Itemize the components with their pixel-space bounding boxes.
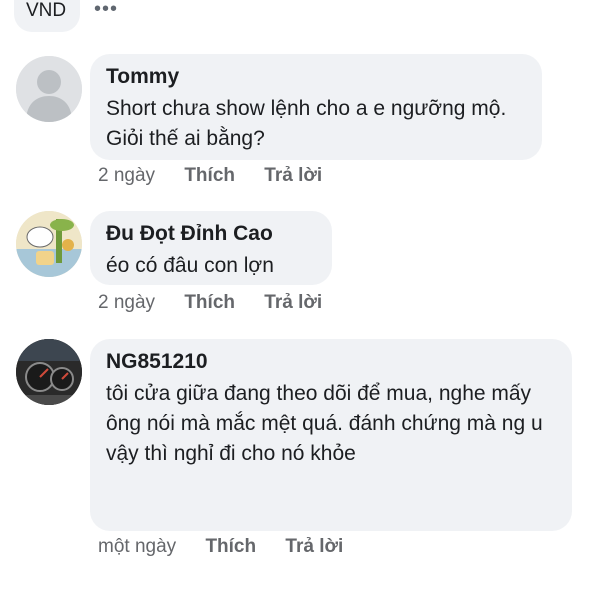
comment-author[interactable]: Đu Đọt Đỉnh Cao (106, 221, 316, 247)
like-button[interactable]: Thích (184, 165, 235, 187)
comment-bubble: NG851210 tôi cửa giữa đang theo dõi để m… (90, 339, 572, 531)
comment-actions: 2 ngày Thích Trả lời (98, 292, 322, 314)
comment-author[interactable]: Tommy (106, 64, 526, 90)
more-options-icon[interactable]: ••• (94, 0, 118, 21)
comment-time[interactable]: một ngày (98, 536, 176, 558)
comment-actions: một ngày Thích Trả lời (98, 536, 343, 558)
like-button[interactable]: Thích (184, 292, 235, 314)
comment-time[interactable]: 2 ngày (98, 165, 155, 187)
default-user-icon (16, 56, 82, 122)
avatar-default[interactable] (16, 56, 82, 122)
comment-bubble: Đu Đọt Đỉnh Cao éo có đâu con lợn (90, 211, 332, 285)
comment-text: Short chưa show lệnh cho a e ngưỡng mộ. … (106, 97, 507, 150)
reply-button[interactable]: Trả lời (264, 165, 322, 187)
comment-author[interactable]: NG851210 (106, 349, 556, 375)
previous-comment-text: VND (26, 0, 67, 21)
car-dashboard-avatar-icon (16, 339, 82, 405)
reply-button[interactable]: Trả lời (285, 536, 343, 558)
comment-text: tôi cửa giữa đang theo dõi để mua, nghe … (106, 382, 543, 465)
comment-text: éo có đâu con lợn (106, 254, 274, 277)
comment-time[interactable]: 2 ngày (98, 292, 155, 314)
reply-button[interactable]: Trả lời (264, 292, 322, 314)
avatar-user[interactable] (16, 339, 82, 405)
avatar-user[interactable] (16, 211, 82, 277)
comment-bubble: Tommy Short chưa show lệnh cho a e ngưỡn… (90, 54, 542, 160)
like-button[interactable]: Thích (205, 536, 256, 558)
comment-actions: 2 ngày Thích Trả lời (98, 165, 322, 187)
cartoon-avatar-icon (16, 211, 82, 277)
